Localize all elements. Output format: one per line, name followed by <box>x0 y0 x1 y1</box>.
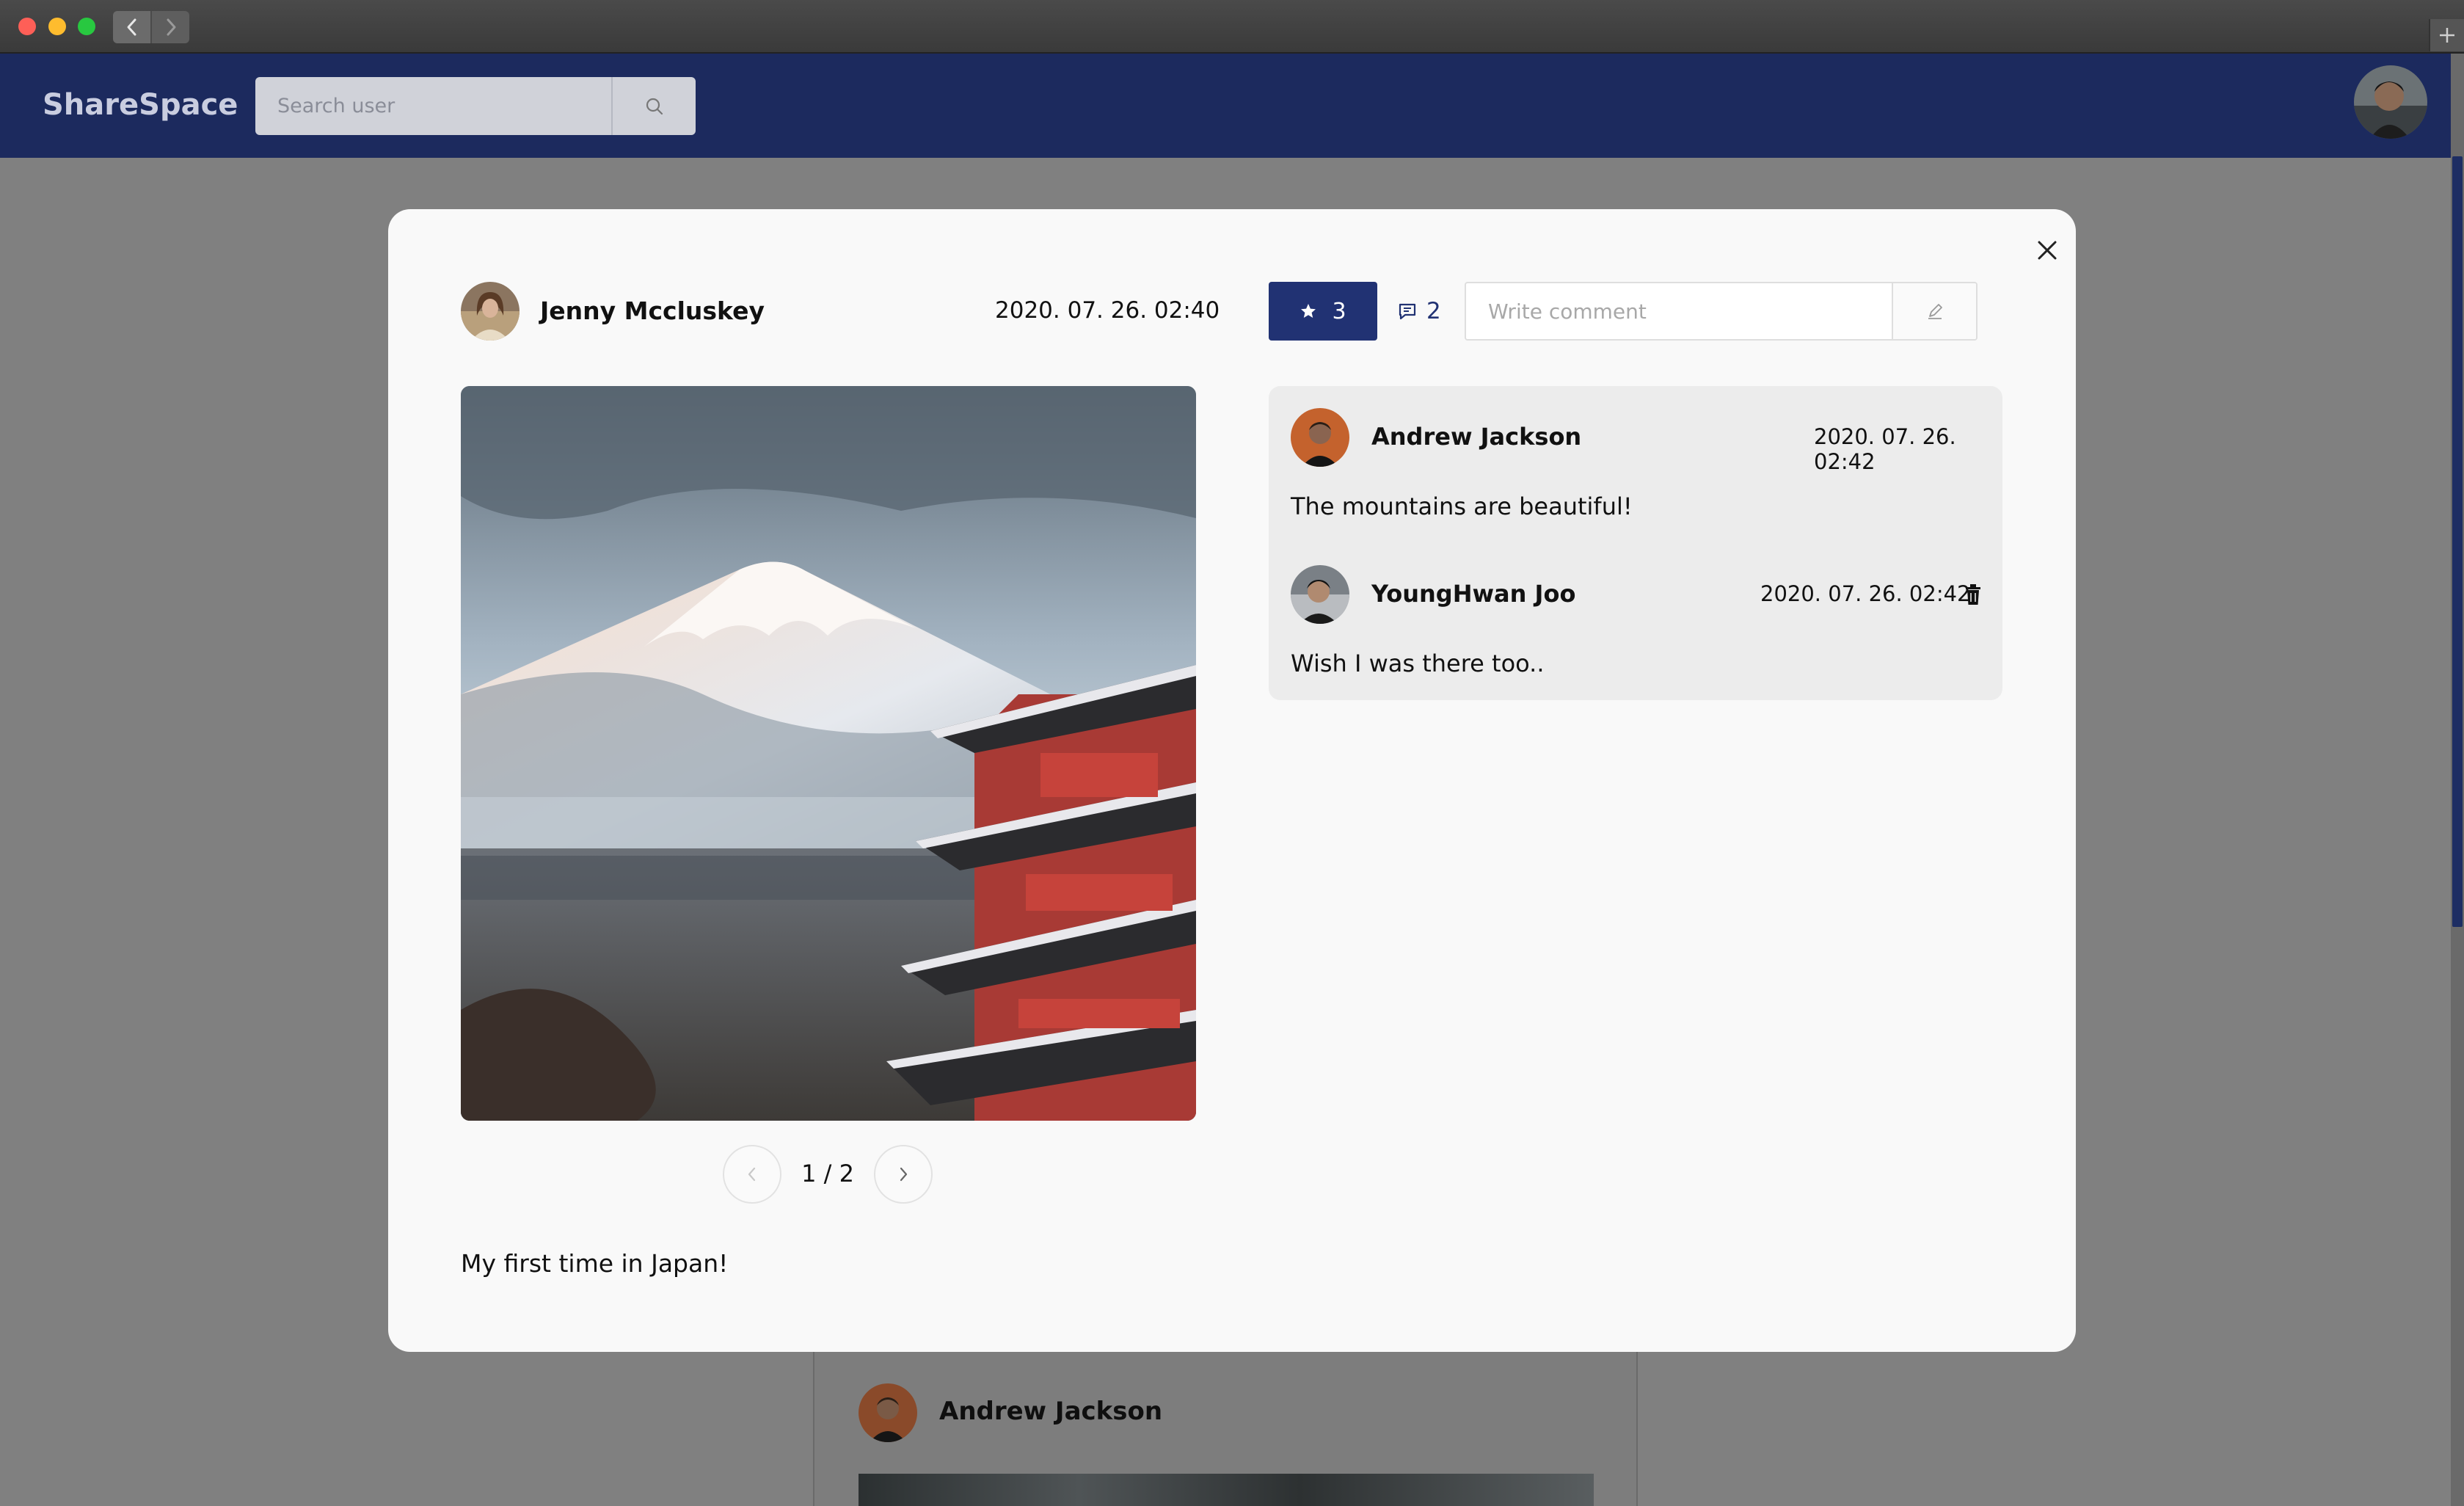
photo-prev-button[interactable] <box>723 1145 781 1204</box>
comment-form <box>1465 282 1978 341</box>
avatar-image <box>1291 408 1349 467</box>
comment-date: 2020. 07. 26. 02:42 <box>1760 581 1971 606</box>
post-caption: My first time in Japan! <box>461 1249 729 1278</box>
search-button[interactable] <box>611 77 696 135</box>
star-count: 3 <box>1332 298 1346 324</box>
close-icon <box>2038 241 2057 260</box>
chevron-right-icon <box>167 18 175 36</box>
comment-author-name[interactable]: Andrew Jackson <box>1371 423 1581 451</box>
scrollbar-thumb[interactable] <box>2452 156 2463 927</box>
comment-author-name[interactable]: YoungHwan Joo <box>1371 580 1575 608</box>
comment-submit-button[interactable] <box>1892 283 1976 339</box>
browser-nav <box>113 11 189 43</box>
comment-author-avatar[interactable] <box>1291 408 1349 467</box>
window-zoom-button[interactable] <box>78 18 95 35</box>
plus-icon <box>2440 28 2454 43</box>
post-photo[interactable] <box>461 386 1196 1121</box>
modal-close-button[interactable] <box>2027 230 2068 271</box>
avatar-image <box>1291 565 1349 624</box>
photo-next-button[interactable] <box>874 1145 933 1204</box>
feed-author-name[interactable]: Andrew Jackson <box>939 1397 1162 1426</box>
window-close-button[interactable] <box>18 18 36 35</box>
comment-count: 2 <box>1426 298 1441 324</box>
comment-count-button[interactable]: 2 <box>1397 282 1441 341</box>
post-modal: Jenny Mccluskey 2020. 07. 26. 02:40 1 / … <box>388 209 2076 1352</box>
post-author-name[interactable]: Jenny Mccluskey <box>540 297 765 325</box>
search-input[interactable] <box>255 77 611 135</box>
browser-forward-button[interactable] <box>150 11 189 43</box>
comment-list: Andrew Jackson 2020. 07. 26. 02:42 The m… <box>1269 386 2002 700</box>
chevron-left-icon <box>127 18 136 36</box>
pencil-icon <box>1928 304 1942 319</box>
comment-icon <box>1399 303 1416 320</box>
photo-pager: 1 / 2 <box>723 1145 936 1204</box>
photo-image <box>461 386 1196 1121</box>
feed-photo[interactable] <box>859 1474 1594 1506</box>
chevron-right-icon <box>900 1167 908 1182</box>
app-logo[interactable]: ShareSpace <box>43 88 238 122</box>
comment-text: The mountains are beautiful! <box>1291 492 1633 520</box>
comment-input[interactable] <box>1466 283 1892 339</box>
user-search <box>255 77 696 135</box>
star-icon <box>1301 304 1316 318</box>
photo-pager-label: 1 / 2 <box>801 1160 854 1187</box>
new-tab-button[interactable] <box>2429 19 2464 51</box>
feed-author-avatar[interactable] <box>859 1383 917 1442</box>
window-minimize-button[interactable] <box>48 18 66 35</box>
avatar-image <box>859 1383 917 1442</box>
post-date: 2020. 07. 26. 02:40 <box>995 297 1220 324</box>
search-icon <box>646 98 663 114</box>
comment-delete-button[interactable] <box>1958 580 1988 609</box>
window-titlebar <box>0 0 2464 54</box>
profile-avatar[interactable] <box>2354 65 2427 139</box>
comment-date: 2020. 07. 26. 02:42 <box>1814 424 1956 474</box>
post-author-avatar[interactable] <box>461 282 520 341</box>
comment-text: Wish I was there too.. <box>1291 650 1545 677</box>
trash-icon <box>1966 584 1980 605</box>
avatar-image <box>2354 65 2427 139</box>
page-scrollbar[interactable] <box>2451 54 2464 1506</box>
browser-back-button[interactable] <box>113 11 150 43</box>
avatar-image <box>461 282 520 341</box>
app-header: ShareSpace <box>0 54 2451 158</box>
comment-author-avatar[interactable] <box>1291 565 1349 624</box>
star-button[interactable]: 3 <box>1269 282 1377 341</box>
chevron-left-icon <box>748 1167 756 1182</box>
